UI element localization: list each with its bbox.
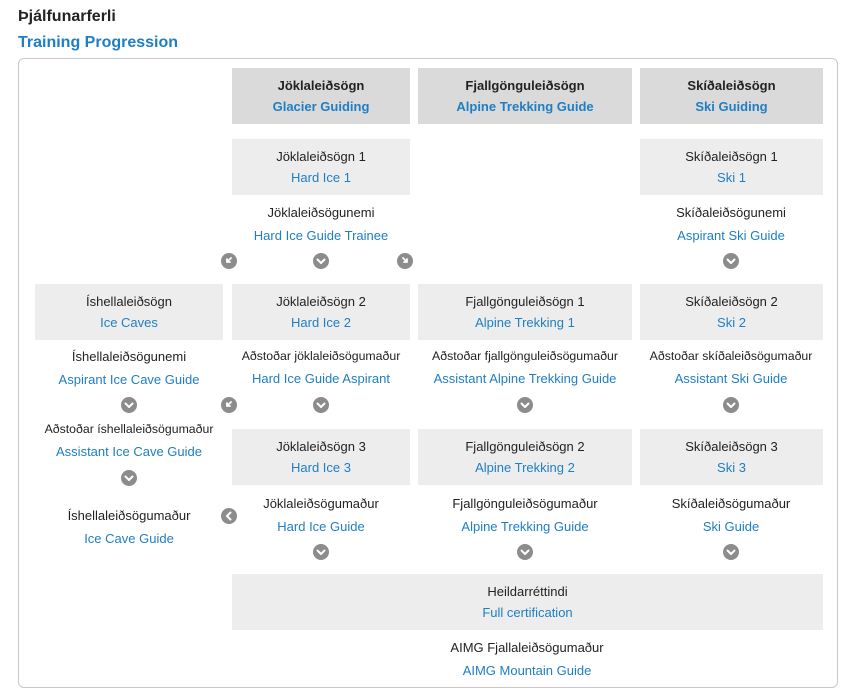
course-ski-3[interactable]: Skíðaleiðsögn 3 Ski 3: [640, 429, 823, 485]
chevron-down-icon: [723, 544, 739, 560]
course-label-is: Íshellaleiðsögn: [85, 294, 172, 309]
course-label-en[interactable]: Hard Ice 3: [232, 460, 410, 475]
arrow-down-right-icon: [397, 253, 413, 269]
course-hard-ice-3[interactable]: Jöklaleiðsögn 3 Hard Ice 3: [232, 429, 410, 485]
arrow-down-left-icon: [221, 253, 237, 269]
course-label-is: Fjallgönguleiðsögn 1: [465, 294, 585, 309]
course-ski-1[interactable]: Skíðaleiðsögn 1 Ski 1: [640, 139, 823, 195]
course-label-is: Fjallgönguleiðsögn 2: [465, 439, 585, 454]
level-ski-guide[interactable]: Skíðaleiðsögumaður Ski Guide: [672, 496, 791, 534]
level-label-is: Aðstoðar skíðaleiðsögumaður: [649, 349, 813, 363]
level-label-is: Skíðaleiðsögumaður: [671, 496, 791, 511]
level-label-en[interactable]: Assistant Ski Guide: [650, 371, 813, 386]
course-label-is: Jöklaleiðsögn 1: [276, 149, 366, 164]
level-label-is: AIMG Fjallaleiðsögumaður: [450, 640, 604, 655]
level-label-en[interactable]: Aspirant Ice Cave Guide: [59, 372, 200, 387]
course-label-en[interactable]: Full certification: [232, 605, 823, 620]
level-label-is: Skíðaleiðsögunemi: [676, 205, 786, 220]
level-label-en[interactable]: Hard Ice Guide Trainee: [254, 228, 388, 243]
level-label-is: Aðstoðar fjallgönguleiðsögumaður: [432, 349, 618, 363]
level-label-en[interactable]: AIMG Mountain Guide: [450, 663, 603, 678]
course-label-en[interactable]: Alpine Trekking 2: [418, 460, 632, 475]
course-alpine-2[interactable]: Fjallgönguleiðsögn 2 Alpine Trekking 2: [418, 429, 632, 485]
chevron-down-icon: [313, 544, 329, 560]
course-label-is: Skíðaleiðsögn 1: [685, 149, 778, 164]
course-label-en[interactable]: Hard Ice 2: [232, 315, 410, 330]
course-ice-caves[interactable]: Íshellaleiðsögn Ice Caves: [35, 284, 223, 340]
level-label-is: Íshellaleiðsögumaður: [67, 508, 191, 523]
chevron-down-icon: [121, 397, 137, 413]
page-title-icelandic: Þjálfunarferli: [18, 8, 116, 25]
track-label-is: Fjallgönguleiðsögn: [465, 78, 585, 93]
level-label-en[interactable]: Hard Ice Guide Aspirant: [242, 371, 401, 386]
track-alpine-header[interactable]: Fjallgönguleiðsögn Alpine Trekking Guide: [418, 68, 632, 124]
track-label-en[interactable]: Ski Guiding: [640, 99, 823, 114]
course-label-en[interactable]: Ice Caves: [35, 315, 223, 330]
chevron-down-icon: [723, 253, 739, 269]
page-title-english: Training Progression: [18, 34, 179, 51]
course-label-en[interactable]: Alpine Trekking 1: [418, 315, 632, 330]
track-label-en[interactable]: Alpine Trekking Guide: [418, 99, 632, 114]
course-hard-ice-2[interactable]: Jöklaleiðsögn 2 Hard Ice 2: [232, 284, 410, 340]
arrow-down-left-icon: [221, 397, 237, 413]
course-label-is: Jöklaleiðsögn 3: [276, 439, 366, 454]
level-label-is: Íshellaleiðsögunemi: [71, 349, 187, 364]
course-label-en[interactable]: Ski 3: [640, 460, 823, 475]
track-label-is: Skíðaleiðsögn: [687, 78, 776, 93]
chevron-down-icon: [723, 397, 739, 413]
chevron-down-icon: [313, 253, 329, 269]
level-aimg-mountain-guide[interactable]: AIMG Fjallaleiðsögumaður AIMG Mountain G…: [450, 640, 603, 678]
chevron-down-icon: [517, 397, 533, 413]
level-label-en[interactable]: Hard Ice Guide: [263, 519, 379, 534]
level-aspirant-ski[interactable]: Skíðaleiðsögunemi Aspirant Ski Guide: [676, 205, 786, 243]
level-label-en[interactable]: Alpine Trekking Guide: [452, 519, 597, 534]
level-hard-ice-trainee[interactable]: Jöklaleiðsögunemi Hard Ice Guide Trainee: [254, 205, 388, 243]
course-label-is: Heildarréttindi: [487, 584, 568, 599]
course-ski-2[interactable]: Skíðaleiðsögn 2 Ski 2: [640, 284, 823, 340]
course-label-is: Skíðaleiðsögn 2: [685, 294, 778, 309]
chevron-down-icon: [517, 544, 533, 560]
chevron-down-icon: [121, 470, 137, 486]
level-label-en[interactable]: Assistant Alpine Trekking Guide: [432, 371, 618, 386]
track-label-en[interactable]: Glacier Guiding: [232, 99, 410, 114]
course-label-is: Skíðaleiðsögn 3: [685, 439, 778, 454]
level-label-en[interactable]: Assistant Ice Cave Guide: [45, 444, 214, 459]
level-label-is: Fjallgönguleiðsögumaður: [452, 496, 598, 511]
course-label-en[interactable]: Hard Ice 1: [232, 170, 410, 185]
level-label-en[interactable]: Aspirant Ski Guide: [676, 228, 786, 243]
track-ski-header[interactable]: Skíðaleiðsögn Ski Guiding: [640, 68, 823, 124]
course-full-certification[interactable]: Heildarréttindi Full certification: [232, 574, 823, 630]
level-aspirant-ice-cave[interactable]: Íshellaleiðsögunemi Aspirant Ice Cave Gu…: [59, 349, 200, 387]
course-label-is: Jöklaleiðsögn 2: [276, 294, 366, 309]
level-label-en[interactable]: Ice Cave Guide: [68, 531, 191, 546]
course-alpine-1[interactable]: Fjallgönguleiðsögn 1 Alpine Trekking 1: [418, 284, 632, 340]
level-label-is: Jöklaleiðsögumaður: [263, 496, 379, 511]
course-hard-ice-1[interactable]: Jöklaleiðsögn 1 Hard Ice 1: [232, 139, 410, 195]
level-label-en[interactable]: Ski Guide: [672, 519, 791, 534]
course-label-en[interactable]: Ski 2: [640, 315, 823, 330]
chevron-left-icon: [221, 508, 237, 524]
level-ice-cave-guide[interactable]: Íshellaleiðsögumaður Ice Cave Guide: [68, 508, 191, 546]
level-alpine-guide[interactable]: Fjallgönguleiðsögumaður Alpine Trekking …: [452, 496, 597, 534]
level-label-is: Aðstoðar íshellaleiðsögumaður: [44, 422, 214, 436]
track-label-is: Jöklaleiðsögn: [277, 78, 365, 93]
level-label-is: Aðstoðar jöklaleiðsögumaður: [241, 349, 401, 363]
track-glacier-header[interactable]: Jöklaleiðsögn Glacier Guiding: [232, 68, 410, 124]
chevron-down-icon: [313, 397, 329, 413]
level-assistant-ice-cave[interactable]: Aðstoðar íshellaleiðsögumaður Assistant …: [45, 422, 214, 459]
course-label-en[interactable]: Ski 1: [640, 170, 823, 185]
level-hard-ice-guide[interactable]: Jöklaleiðsögumaður Hard Ice Guide: [263, 496, 379, 534]
level-hard-ice-aspirant[interactable]: Aðstoðar jöklaleiðsögumaður Hard Ice Gui…: [242, 349, 401, 386]
level-assistant-alpine[interactable]: Aðstoðar fjallgönguleiðsögumaður Assista…: [432, 349, 618, 386]
level-label-is: Jöklaleiðsögunemi: [267, 205, 375, 220]
level-assistant-ski[interactable]: Aðstoðar skíðaleiðsögumaður Assistant Sk…: [650, 349, 813, 386]
